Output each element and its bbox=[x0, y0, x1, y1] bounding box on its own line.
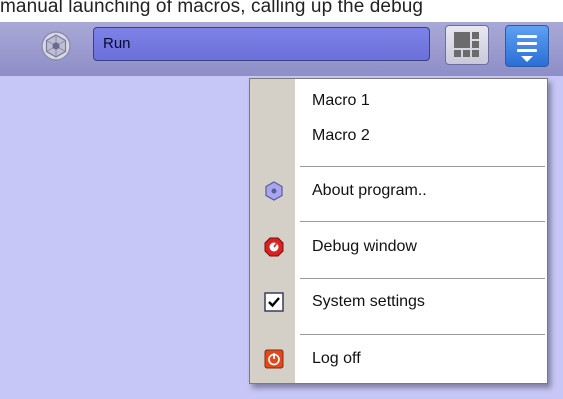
menu-item-system-settings[interactable]: System settings bbox=[250, 287, 547, 317]
power-icon bbox=[264, 349, 284, 369]
layout-button[interactable] bbox=[445, 25, 489, 65]
menu-item-debug-window[interactable]: Debug window bbox=[250, 232, 547, 262]
hamburger-menu-icon bbox=[517, 35, 537, 62]
main-menu-button[interactable] bbox=[505, 25, 549, 67]
menu-separator bbox=[300, 278, 545, 280]
menu-separator bbox=[300, 166, 545, 168]
menu-separator bbox=[300, 334, 545, 336]
checkbox-icon bbox=[264, 292, 284, 312]
stop-debug-icon bbox=[264, 237, 284, 257]
menu-item-log-off[interactable]: Log off bbox=[250, 344, 547, 374]
run-field[interactable]: Run bbox=[93, 27, 430, 61]
app-window: Run Macro 1 Macro 2 About program.. Debu… bbox=[0, 22, 563, 399]
menu-separator bbox=[300, 221, 545, 223]
hexagon-app-icon[interactable] bbox=[40, 30, 72, 62]
caption-text: manual launching of macros, calling up t… bbox=[0, 0, 424, 17]
hexagon-about-icon bbox=[265, 181, 283, 201]
menu-item-about-program[interactable]: About program.. bbox=[250, 176, 547, 206]
toolbar: Run bbox=[0, 22, 563, 76]
grid-layout-icon bbox=[454, 32, 479, 57]
main-menu-popup: Macro 1 Macro 2 About program.. Debug wi… bbox=[249, 78, 548, 384]
menu-item-macro-2[interactable]: Macro 2 bbox=[250, 121, 547, 151]
menu-item-macro-1[interactable]: Macro 1 bbox=[250, 86, 547, 116]
